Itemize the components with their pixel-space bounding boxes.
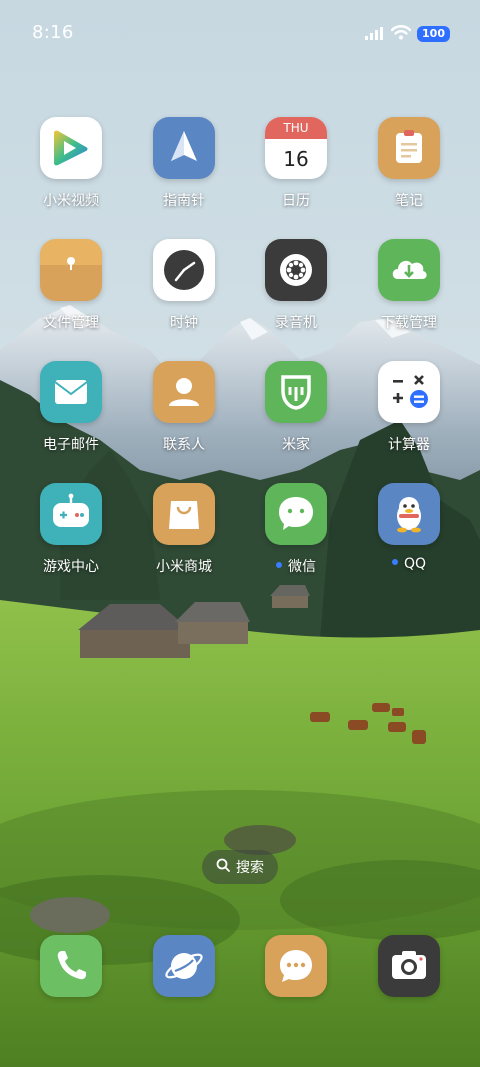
wechat-icon xyxy=(265,483,327,545)
search-icon xyxy=(216,858,230,876)
new-indicator-dot xyxy=(391,559,398,565)
folder-icon xyxy=(40,239,102,301)
new-indicator-dot xyxy=(276,562,282,568)
home-search-button[interactable]: 搜索 xyxy=(202,850,278,884)
dock-phone[interactable] xyxy=(40,935,102,997)
battery-indicator: 100 xyxy=(417,26,450,42)
wifi-icon xyxy=(390,24,412,44)
app-calculator[interactable]: 计算器 xyxy=(359,361,459,454)
notes-icon xyxy=(378,117,440,179)
clock-icon xyxy=(153,239,215,301)
app-recorder[interactable]: 录音机 xyxy=(246,239,346,332)
app-compass[interactable]: 指南针 xyxy=(134,117,234,210)
app-label: 联系人 xyxy=(163,437,205,453)
contact-person-icon xyxy=(153,361,215,423)
app-label: 下载管理 xyxy=(381,315,437,331)
dock-browser[interactable] xyxy=(153,935,215,997)
app-qq[interactable]: QQ xyxy=(359,483,459,572)
app-calendar[interactable]: THU 16 日历 xyxy=(246,117,346,210)
calendar-icon: THU 16 xyxy=(265,117,327,179)
app-download-manager[interactable]: 下载管理 xyxy=(359,239,459,332)
app-label: 微信 xyxy=(246,556,346,576)
app-label: 日历 xyxy=(282,193,310,209)
cellular-signal-icon xyxy=(365,25,385,44)
app-label-text: 微信 xyxy=(288,559,316,575)
app-label: QQ xyxy=(359,556,459,572)
dock-camera[interactable] xyxy=(378,935,440,997)
app-mijia[interactable]: 米家 xyxy=(246,361,346,454)
app-label: 游戏中心 xyxy=(43,559,99,575)
game-controller-icon xyxy=(40,483,102,545)
app-label: 小米商城 xyxy=(156,559,212,575)
compass-needle-icon xyxy=(153,117,215,179)
app-label: 笔记 xyxy=(395,193,423,209)
app-label: 时钟 xyxy=(170,315,198,331)
shopping-bag-icon xyxy=(153,483,215,545)
status-bar: 8:16 100 xyxy=(0,0,480,68)
app-wechat[interactable]: 微信 xyxy=(246,483,346,576)
app-label: 录音机 xyxy=(275,315,317,331)
app-label: 计算器 xyxy=(388,437,430,453)
status-icons: 100 xyxy=(365,24,450,44)
app-label: 电子邮件 xyxy=(43,437,99,453)
mail-icon xyxy=(40,361,102,423)
dock-messages[interactable] xyxy=(265,935,327,997)
search-label: 搜索 xyxy=(236,860,264,876)
app-label: 小米视频 xyxy=(43,193,99,209)
app-contacts[interactable]: 联系人 xyxy=(134,361,234,454)
app-file-manager[interactable]: 文件管理 xyxy=(21,239,121,332)
calendar-date: 16 xyxy=(283,147,309,171)
recorder-icon xyxy=(265,239,327,301)
app-xiaomi-video[interactable]: 小米视频 xyxy=(21,117,121,210)
app-label: 指南针 xyxy=(163,193,205,209)
calendar-day: THU xyxy=(265,117,327,139)
app-notes[interactable]: 笔记 xyxy=(359,117,459,210)
app-game-center[interactable]: 游戏中心 xyxy=(21,483,121,576)
video-play-icon xyxy=(40,117,102,179)
status-time: 8:16 xyxy=(32,22,74,43)
app-email[interactable]: 电子邮件 xyxy=(21,361,121,454)
qq-penguin-icon xyxy=(378,483,440,545)
app-label: 米家 xyxy=(282,437,310,453)
app-clock[interactable]: 时钟 xyxy=(134,239,234,332)
app-label: 文件管理 xyxy=(43,315,99,331)
calculator-icon xyxy=(378,361,440,423)
cloud-download-icon xyxy=(378,239,440,301)
mijia-icon xyxy=(265,361,327,423)
app-xiaomi-mall[interactable]: 小米商城 xyxy=(134,483,234,576)
app-label-text: QQ xyxy=(403,556,427,572)
